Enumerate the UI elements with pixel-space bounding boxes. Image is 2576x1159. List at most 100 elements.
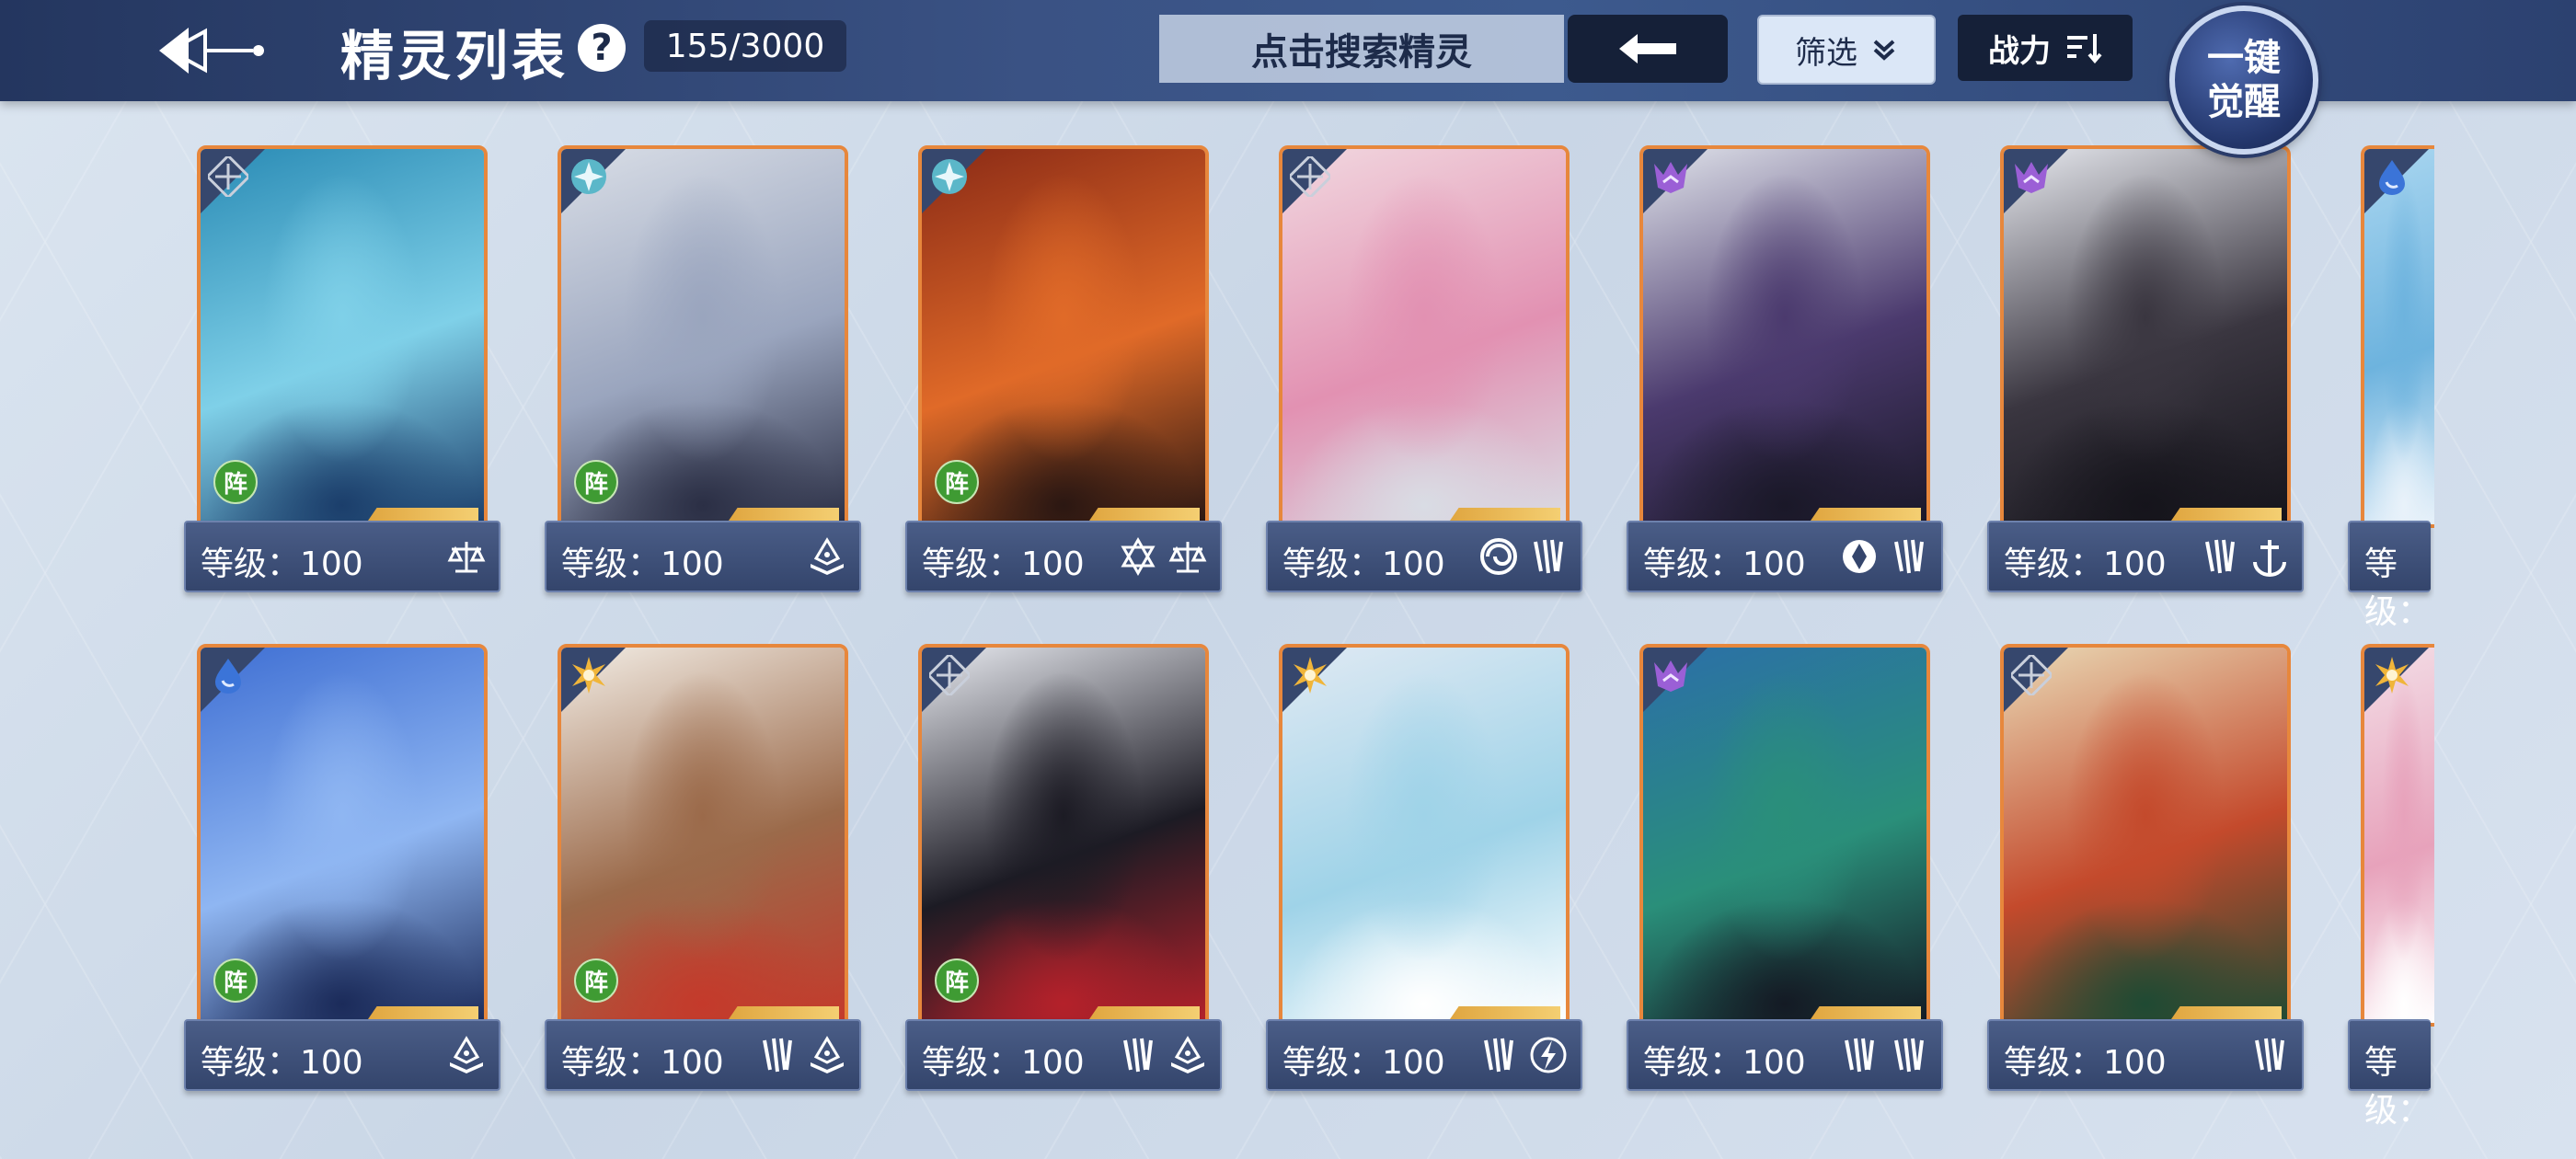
level-bar: 等级：100: [1987, 521, 2304, 592]
card-frame: [1639, 145, 1930, 528]
level-bar: 等级：100: [1627, 1019, 1943, 1091]
skill-icons: [1838, 535, 1930, 578]
spirit-card[interactable]: 等级：: [2348, 644, 2434, 1130]
book-icon: [806, 535, 848, 578]
level-label: 等级：100: [2004, 545, 2167, 583]
star-rank-strip: [729, 508, 839, 521]
card-frame: [2361, 145, 2434, 528]
skill-icons: [445, 535, 488, 578]
star-rank-strip: [368, 508, 478, 521]
card-frame: 阵: [918, 644, 1209, 1027]
spirit-card[interactable]: 等级：100: [1266, 644, 1582, 1095]
star-rank-strip: [1811, 508, 1921, 521]
light-icon: [2370, 653, 2414, 697]
level-bar: 等级：100: [905, 521, 1222, 592]
ice-icon: [927, 155, 972, 199]
card-frame: [2361, 644, 2434, 1027]
skill-icons: [756, 1034, 848, 1076]
level-label: 等级：100: [1282, 545, 1445, 583]
spirit-card[interactable]: 阵等级：100: [545, 145, 861, 596]
claw-icon: [2199, 535, 2241, 578]
level-label: 等级：100: [2004, 1044, 2167, 1082]
skill-icons: [1478, 1034, 1570, 1076]
light-icon: [1288, 653, 1332, 697]
scale-icon: [1167, 535, 1209, 578]
skill-icons: [2248, 1034, 2291, 1076]
card-frame: 阵: [558, 644, 848, 1027]
spirit-card[interactable]: 等级：: [2348, 145, 2434, 631]
level-bar: 等级：100: [184, 1019, 500, 1091]
spirit-card[interactable]: 阵等级：100: [184, 644, 500, 1095]
level-label: 等级：100: [1282, 1044, 1445, 1082]
level-bar: 等级：: [2348, 521, 2431, 631]
void-icon: [1288, 155, 1332, 199]
level-bar: 等级：100: [1266, 521, 1582, 592]
skill-icons: [2199, 535, 2291, 578]
spirit-card[interactable]: 阵等级：100: [905, 644, 1222, 1095]
spirit-card[interactable]: 阵等级：100: [905, 145, 1222, 596]
star-rank-strip: [368, 1006, 478, 1019]
demon-icon: [2009, 155, 2053, 199]
skill-icons: [1478, 535, 1570, 578]
demon-icon: [1649, 155, 1693, 199]
spirit-card[interactable]: 阵等级：100: [545, 644, 861, 1095]
skill-icons: [445, 1034, 488, 1076]
card-frame: 阵: [918, 145, 1209, 528]
claw-icon: [1838, 1034, 1880, 1076]
claw-icon: [1478, 1034, 1520, 1076]
spirit-card[interactable]: 等级：100: [1987, 644, 2304, 1095]
level-bar: 等级：100: [545, 521, 861, 592]
one-click-awaken-button[interactable]: 一键 觉醒: [2169, 6, 2318, 155]
level-bar: 等级：100: [545, 1019, 861, 1091]
card-frame: [1279, 145, 1570, 528]
level-label: 等级：100: [561, 1044, 724, 1082]
star-rank-strip: [2171, 508, 2282, 521]
card-frame: 阵: [558, 145, 848, 528]
claw-icon: [1888, 1034, 1930, 1076]
star-rank-strip: [1089, 1006, 1200, 1019]
level-label: 等级：100: [922, 1044, 1085, 1082]
level-bar: 等级：: [2348, 1019, 2431, 1130]
claw-icon: [2248, 1034, 2291, 1076]
card-frame: [1639, 644, 1930, 1027]
formation-badge: 阵: [935, 460, 979, 504]
card-frame: [1279, 644, 1570, 1027]
level-bar: 等级：100: [905, 1019, 1222, 1091]
card-frame: [2000, 644, 2291, 1027]
level-label: 等级：100: [201, 545, 363, 583]
level-bar: 等级：100: [1627, 521, 1943, 592]
star-rank-strip: [2171, 1006, 2282, 1019]
claw-icon: [1117, 1034, 1159, 1076]
book-icon: [1167, 1034, 1209, 1076]
spirit-card[interactable]: 等级：100: [1627, 145, 1943, 596]
spirit-card[interactable]: 等级：100: [1266, 145, 1582, 596]
level-label: 等级：100: [1643, 545, 1806, 583]
skill-icons: [1117, 1034, 1209, 1076]
star-rank-strip: [1450, 1006, 1560, 1019]
level-label: 等级：: [2364, 1044, 2432, 1130]
swirl-icon: [1478, 535, 1520, 578]
light-icon: [567, 653, 611, 697]
awaken-label-line1: 一键: [2207, 37, 2281, 79]
formation-badge: 阵: [574, 460, 618, 504]
spirit-card[interactable]: 等级：100: [1987, 145, 2304, 596]
star-icon: [1117, 535, 1159, 578]
level-bar: 等级：100: [1987, 1019, 2304, 1091]
level-label: 等级：: [2364, 545, 2432, 631]
skill-icons: [1838, 1034, 1930, 1076]
anchor-icon: [2248, 535, 2291, 578]
water-icon: [206, 653, 250, 697]
spirit-card[interactable]: 阵等级：100: [184, 145, 500, 596]
card-frame: [2000, 145, 2291, 528]
claw-icon: [1527, 535, 1570, 578]
spirit-card[interactable]: 等级：100: [1627, 644, 1943, 1095]
void-icon: [927, 653, 972, 697]
book-icon: [806, 1034, 848, 1076]
level-bar: 等级：100: [1266, 1019, 1582, 1091]
void-icon: [206, 155, 250, 199]
card-frame: 阵: [197, 145, 488, 528]
level-label: 等级：100: [561, 545, 724, 583]
shield-icon: [1838, 535, 1880, 578]
card-frame: 阵: [197, 644, 488, 1027]
level-label: 等级：100: [201, 1044, 363, 1082]
